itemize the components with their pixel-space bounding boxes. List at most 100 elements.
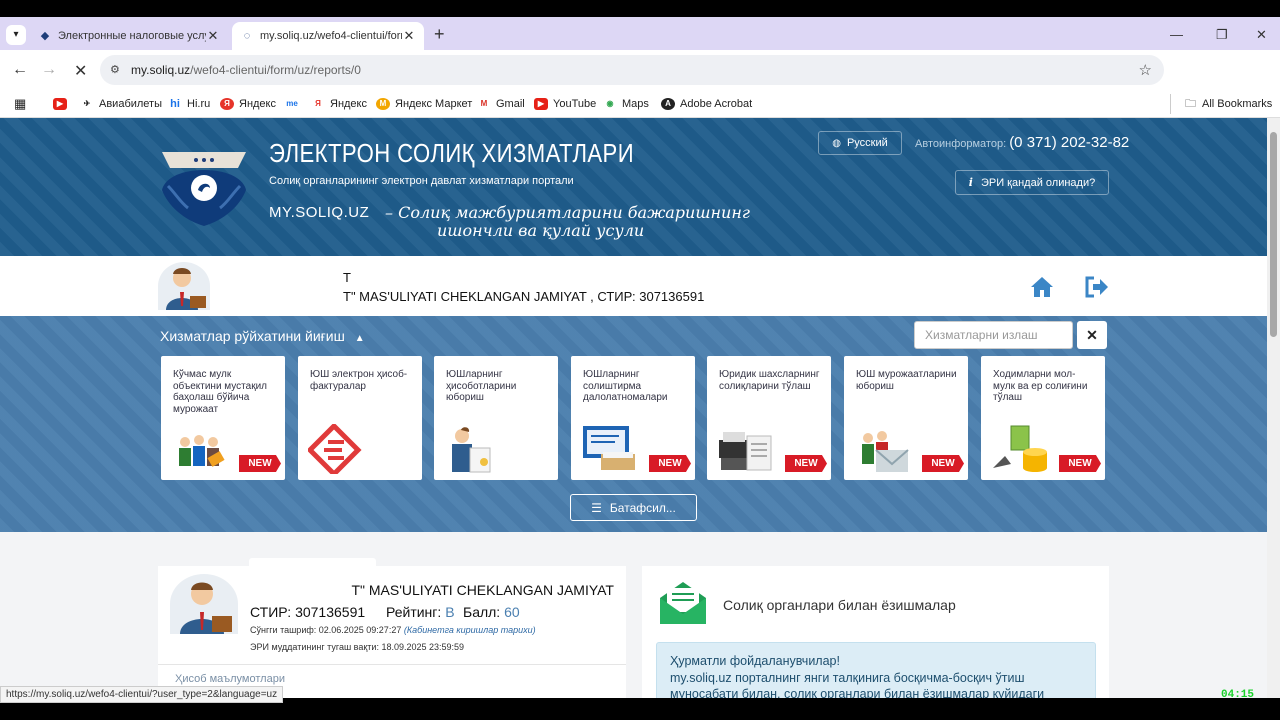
restore-button[interactable]: ❐	[1216, 27, 1228, 43]
youtube-icon: ▶	[534, 98, 548, 110]
service-card-reconciliation-acts[interactable]: ЮШларнинг солиштирма далолатномалари NEW	[571, 356, 695, 480]
service-card-title: ЮШ мурожаатларини юбориш	[856, 369, 957, 392]
plane-icon: ✈	[80, 98, 94, 110]
clear-search-button[interactable]: ✕	[1077, 321, 1107, 349]
service-card-title: Юридик шахсларнинг солиқларини тўлаш	[719, 369, 820, 392]
login-history-link[interactable]: (Кабинетга киришлар тарихи)	[404, 625, 536, 635]
company-avatar	[170, 574, 238, 634]
stop-loading-icon[interactable]: ✕	[74, 61, 87, 81]
new-badge: NEW	[649, 455, 691, 472]
all-bookmarks[interactable]: 🗀 All Bookmarks	[1170, 94, 1272, 114]
service-card-title: ЮШларнинг солиштирма далолатномалари	[583, 369, 668, 403]
user-avatar	[158, 262, 210, 310]
service-card-property-land-tax[interactable]: Ходимларни мол-мулк ва ер солиғини тўлаш…	[981, 356, 1105, 480]
bookmark-yandex-2[interactable]: Я Яндекс	[311, 94, 367, 114]
correspondence-title[interactable]: Солиқ органлари билан ёзишмалар	[723, 597, 956, 613]
close-icon[interactable]: ✕	[402, 28, 416, 44]
service-card-e-invoices[interactable]: ЮШ электрон ҳисоб-фактуралар	[298, 356, 422, 480]
e-invoice-logo-icon	[308, 424, 362, 474]
balance: Балл: 60	[463, 604, 520, 620]
businessman-report-icon	[452, 427, 491, 473]
logout-icon[interactable]	[1085, 276, 1109, 298]
user-name-line-2: Т" MAS'ULIYATI CHEKLANGAN JAMIYAT , СТИР…	[343, 289, 705, 304]
gmail-icon: M	[477, 98, 491, 110]
bookmarks-bar: ▦ ▶ ✈ Авиабилеты hi Hi.ru Я Яндекс me Я Янде…	[0, 90, 1280, 118]
close-window-button[interactable]: ✕	[1256, 27, 1267, 43]
last-visit: Сўнгги ташриф: 02.06.2025 09:27:27 (Каби…	[250, 625, 536, 635]
globe-icon: ◍	[832, 137, 841, 149]
minimize-button[interactable]: —	[1170, 27, 1183, 42]
page-content: ЭЛЕКТРОН СОЛИҚ ХИЗМАТЛАРИ Солиқ органлар…	[0, 118, 1267, 698]
bookmark-youtube[interactable]: ▶	[53, 94, 72, 114]
bookmark-maps[interactable]: ◉ Maps	[603, 94, 649, 114]
service-card-send-appeals[interactable]: ЮШ мурожаатларини юбориш NEW	[844, 356, 968, 480]
url-field[interactable]: ⚙ my.soliq.uz/wefo4-clientui/form/uz/rep…	[100, 55, 1164, 85]
tab-my-soliq[interactable]: ◌ my.soliq.uz/wefo4-clientui/form ✕	[232, 22, 424, 50]
acrobat-icon: A	[661, 98, 675, 110]
close-icon[interactable]: ✕	[206, 28, 220, 44]
dashboard-area: Т" MAS'ULIYATI CHEKLANGAN JAMIYAT СТИР: …	[0, 532, 1267, 698]
site-header: ЭЛЕКТРОН СОЛИҚ ХИЗМАТЛАРИ Солиқ органлар…	[0, 118, 1267, 256]
profile-panel: Т" MAS'ULIYATI CHEKLANGAN JAMIYAT СТИР: …	[158, 566, 626, 698]
tab-strip: ▾ ◆ Электронные налоговые услуги ✕ ◌ my.…	[0, 17, 1280, 50]
service-card-pay-taxes[interactable]: Юридик шахсларнинг солиқларини тўлаш NEW	[707, 356, 831, 480]
bookmark-youtube-2[interactable]: ▶ YouTube	[534, 94, 596, 114]
user-name-line-1: Т	[343, 270, 351, 285]
tab-search-button[interactable]: ▾	[6, 25, 26, 45]
url-path: /wefo4-clientui/form/uz/reports/0	[190, 63, 361, 77]
services-search-input[interactable]: Хизматларни излаш	[914, 321, 1073, 349]
portal-subtitle: Солиқ органларининг электрон давлат хизм…	[269, 175, 574, 187]
apps-grid-icon[interactable]: ▦	[14, 94, 26, 114]
menu-lines-icon: ☰	[591, 500, 602, 515]
more-services-button[interactable]: ☰ Батафсил...	[570, 494, 697, 521]
service-card-property-appraisal[interactable]: Кўчмас мулк объектини мустақил баҳолаш б…	[161, 356, 285, 480]
loading-favicon-icon: ◌	[243, 30, 251, 42]
bookmark-gmail[interactable]: M Gmail	[477, 94, 525, 114]
account-info-link[interactable]: Ҳисоб маълумотлари	[175, 673, 285, 685]
computer-documents-icon	[583, 426, 635, 470]
services-collapse-toggle[interactable]: Хизматлар рўйхатини йиғиш ▲	[160, 328, 365, 344]
maps-icon: ◉	[603, 98, 617, 110]
divider	[158, 664, 626, 665]
services-panel: Хизматлар рўйхатини йиғиш ▲ Хизматларни …	[0, 316, 1267, 532]
user-bar: Т Т" MAS'ULIYATI CHEKLANGAN JAMIYAT , СТ…	[0, 256, 1267, 316]
url-host: my.soliq.uz	[131, 63, 191, 77]
site-info-icon[interactable]: ⚙	[110, 63, 120, 76]
bookmark-adobe-acrobat[interactable]: A Adobe Acrobat	[661, 94, 752, 114]
new-tab-button[interactable]: +	[434, 25, 450, 43]
rating-value: B	[445, 604, 455, 620]
service-card-title: Кўчмас мулк объектини мустақил баҳолаш б…	[173, 369, 268, 415]
tab-electronic-tax[interactable]: ◆ Электронные налоговые услуги ✕	[30, 22, 228, 50]
correspondence-panel: Солиқ органлари билан ёзишмалар Ҳурматли…	[642, 566, 1109, 698]
market-icon: М	[376, 98, 390, 110]
yandex-icon: Я	[311, 98, 325, 110]
autoinformator-phone: (0 371) 202-32-82	[1009, 134, 1130, 151]
info-icon: i	[968, 176, 973, 189]
forward-arrow-icon[interactable]: →	[41, 61, 57, 79]
page-scrollbar[interactable]	[1267, 118, 1280, 698]
bookmark-hi-ru[interactable]: hi Hi.ru	[168, 94, 210, 114]
site-name: MY.SOLIQ.UZ	[269, 204, 370, 221]
bookmark-me[interactable]: me	[285, 94, 304, 114]
bookmark-star-icon[interactable]: ☆	[1139, 61, 1152, 79]
home-icon[interactable]	[1030, 276, 1054, 298]
company-name: Т" MAS'ULIYATI CHEKLANGAN JAMIYAT	[351, 582, 614, 598]
language-switch-button[interactable]: ◍ Русский	[818, 131, 902, 155]
bookmark-yandex[interactable]: Я Яндекс	[220, 94, 276, 114]
service-card-title: ЮШ электрон ҳисоб-фактуралар	[310, 369, 408, 392]
scrollbar-thumb[interactable]	[1270, 132, 1277, 337]
back-arrow-icon[interactable]: ←	[12, 61, 28, 79]
video-timestamp: 04:15	[1221, 689, 1255, 701]
slogan-line-2: ишончли ва қулай усули	[437, 221, 645, 240]
land-coins-icon	[993, 425, 1047, 472]
status-url-tooltip: https://my.soliq.uz/wefo4-clientui/?user…	[0, 686, 284, 703]
bookmark-aviabilety[interactable]: ✈ Авиабилеты	[80, 94, 162, 114]
service-card-send-reports[interactable]: ЮШларнинг ҳисоботларини юбориш	[434, 356, 558, 480]
address-bar: ← → ✕ ⚙ my.soliq.uz/wefo4-clientui/form/…	[0, 50, 1280, 129]
chevron-up-icon: ▲	[354, 333, 365, 344]
bookmark-yandex-market[interactable]: М Яндекс Маркет	[376, 94, 472, 114]
new-badge: NEW	[785, 455, 827, 472]
top-bar	[0, 0, 1280, 17]
group-people-icon	[179, 435, 225, 467]
eri-how-to-get-button[interactable]: i ЭРИ қандай олинади?	[955, 170, 1109, 195]
